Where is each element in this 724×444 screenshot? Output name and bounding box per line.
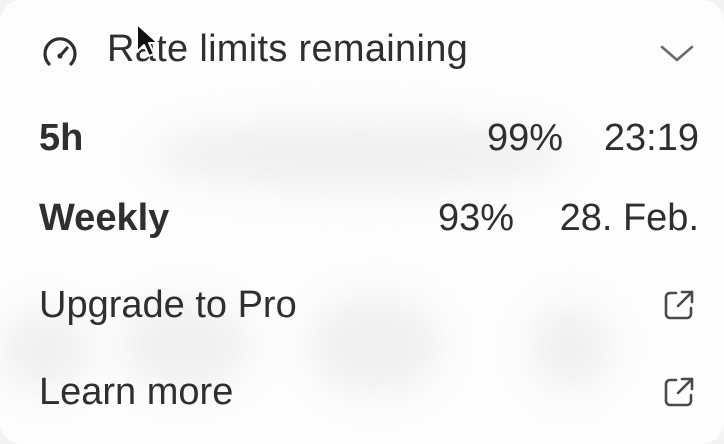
mouse-cursor-icon: [135, 22, 161, 64]
panel-title: Rate limits remaining: [107, 28, 469, 70]
chevron-down-icon[interactable]: [659, 40, 695, 66]
learn-more-link[interactable]: Learn more: [0, 357, 724, 427]
rate-limits-header[interactable]: Rate limits remaining: [0, 24, 724, 80]
learn-more-label: Learn more: [39, 371, 234, 413]
gauge-icon: [40, 34, 80, 74]
limit-percent-5h: 99%: [486, 117, 563, 159]
limit-reset-weekly: 28. Feb.: [559, 197, 699, 239]
external-link-icon: [662, 375, 696, 409]
external-link-icon: [662, 288, 696, 322]
upgrade-to-pro-link[interactable]: Upgrade to Pro: [0, 270, 724, 340]
limit-reset-5h: 23:19: [603, 117, 699, 159]
limit-label-weekly: Weekly: [39, 197, 170, 239]
rate-limits-panel: Rate limits remaining 5h 99% 23:19 Weekl…: [0, 0, 724, 444]
limit-percent-weekly: 93%: [437, 197, 514, 239]
limit-label-5h: 5h: [39, 117, 84, 159]
upgrade-to-pro-label: Upgrade to Pro: [39, 284, 297, 326]
